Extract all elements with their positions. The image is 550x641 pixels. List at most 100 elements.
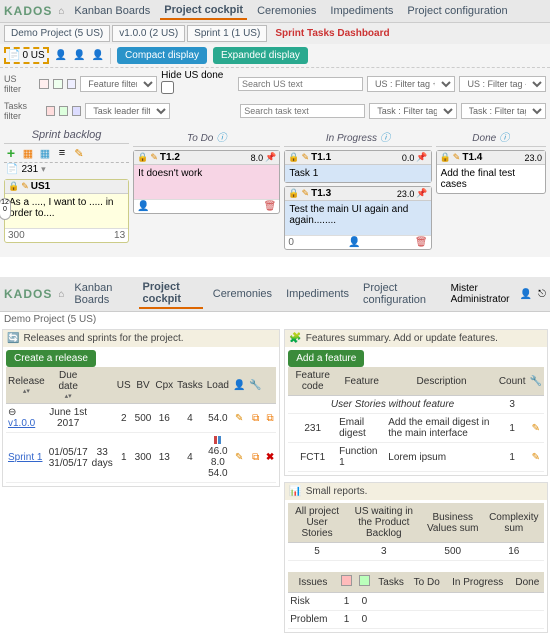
cell: June 1st 2017 [47, 404, 90, 433]
user-icon[interactable]: 👤 [73, 50, 85, 61]
edit-icon[interactable]: ✎ [302, 152, 310, 163]
collapse-icon[interactable]: ⊖ [8, 407, 16, 418]
rss-icon[interactable]: ⧉ [252, 413, 259, 424]
card-id: T1.4 [462, 152, 522, 163]
edit-icon[interactable]: ✎ [235, 413, 243, 424]
th: Description [386, 367, 497, 396]
release-icon: 🔄 [7, 333, 19, 344]
nav-cockpit[interactable]: Project cockpit [160, 2, 247, 20]
bc-release[interactable]: v1.0.0 (2 US) [112, 25, 185, 42]
add-icon[interactable]: + [4, 146, 18, 160]
grid2-icon[interactable]: ▦ [38, 146, 52, 160]
chevron-down-icon[interactable]: ▾ [41, 164, 46, 175]
color-swatch[interactable] [72, 106, 81, 116]
th-due[interactable]: Due date▴▾ [47, 367, 90, 404]
us-card[interactable]: 🔒✎US1 120 As a ...., I want to ..... in … [4, 179, 129, 243]
th-release[interactable]: Release▴▾ [6, 367, 47, 404]
info-icon[interactable]: ⓘ [216, 133, 226, 144]
nav-ceremonies[interactable]: Ceremonies [209, 286, 276, 302]
bc-current: Sprint Tasks Dashboard [269, 26, 395, 41]
divider [110, 48, 111, 64]
bc-sprint[interactable]: Sprint 1 (1 US) [187, 25, 267, 42]
task-card[interactable]: 🔒✎T1.323.0📌 Test the main UI again and a… [284, 186, 431, 250]
color-swatch[interactable] [46, 106, 55, 116]
search-us-input[interactable] [238, 77, 363, 91]
card-icon: 📄 [6, 164, 18, 175]
cell: 1 [497, 414, 528, 443]
cell: 01/05/17 31/05/17 [47, 433, 90, 483]
add-feature-button[interactable]: Add a feature [288, 350, 364, 367]
home-icon[interactable]: ⌂ [58, 289, 64, 300]
task-leader-filter[interactable]: Task leader filter [85, 103, 170, 119]
feature-filter[interactable]: Feature filter [80, 76, 157, 92]
edit-icon[interactable]: ✎ [21, 181, 29, 192]
rss-icon[interactable]: ⧉ [252, 452, 259, 463]
us-filter-label: US filter [4, 74, 35, 94]
list-icon[interactable]: ≡ [55, 146, 69, 160]
release-link[interactable]: v1.0.0 [8, 418, 35, 429]
logout-icon[interactable]: ⎋ [538, 289, 546, 300]
th: To Do [409, 572, 445, 593]
search-task-input[interactable] [240, 104, 365, 118]
rss-icon[interactable]: ⧉ [267, 413, 274, 424]
nav-cockpit[interactable]: Project cockpit [139, 279, 203, 309]
edit-icon[interactable]: ✎ [302, 188, 310, 199]
nav-impediments[interactable]: Impediments [282, 286, 353, 302]
color-swatch[interactable] [39, 79, 49, 89]
us-tag-plus[interactable]: US : Filter tag + [367, 76, 455, 92]
compact-button[interactable]: Compact display [117, 47, 207, 64]
user-icon[interactable]: 👤 [520, 289, 532, 300]
task-tag-plus[interactable]: Task : Filter tag + [369, 103, 456, 119]
edit-icon[interactable]: ✎ [453, 152, 461, 163]
create-release-button[interactable]: Create a release [6, 350, 96, 367]
card-text: Add the final test cases [437, 165, 545, 193]
edit-icon[interactable]: ✎ [150, 152, 158, 163]
us-count: 0 US [22, 50, 44, 61]
color-swatch[interactable] [59, 106, 68, 116]
delete-icon[interactable]: 🗑 [415, 237, 428, 248]
task-card[interactable]: 🔒✎T1.10.0📌 Task 1 [284, 150, 431, 183]
lock-icon: 🔒 [288, 188, 299, 199]
hide-us-done[interactable]: Hide US done [161, 70, 234, 97]
nav-impediments[interactable]: Impediments [326, 3, 397, 19]
grid-icon[interactable]: ▦ [21, 146, 35, 160]
pin-icon: 📌 [265, 152, 276, 163]
cell: 16 [153, 404, 175, 433]
us-drop[interactable]: 📄 0 US [4, 47, 49, 64]
info-icon[interactable]: ⓘ [380, 133, 390, 144]
delete-icon[interactable]: ✖ [266, 452, 274, 463]
nav-ceremonies[interactable]: Ceremonies [253, 3, 320, 19]
info-icon[interactable]: ⓘ [499, 133, 509, 144]
nav-projconfig[interactable]: Project configuration [403, 3, 511, 19]
edit-icon[interactable]: ✎ [532, 452, 540, 463]
cell: 4 [175, 433, 205, 483]
task-card[interactable]: 🔒✎T1.423.0 Add the final test cases [436, 150, 546, 194]
user-icon[interactable]: 👤 [55, 50, 67, 61]
th-bv: BV [133, 367, 154, 404]
nav-kanban[interactable]: Kanban Boards [70, 280, 132, 308]
sprint-link[interactable]: Sprint 1 [8, 452, 42, 463]
assignee-icon: 👤 [137, 201, 149, 212]
edit-icon[interactable]: ✎ [72, 146, 86, 160]
card-points: 8.0 [251, 153, 264, 163]
sub-project[interactable]: Demo Project (5 US) [4, 314, 96, 325]
task-tag-minus[interactable]: Task : Filter tag - [461, 103, 547, 119]
cell: 4 [175, 404, 205, 433]
table-row: Sprint 1 01/05/17 31/05/17 33 days 1 300… [6, 433, 276, 483]
card-id: T1.3 [311, 188, 395, 199]
edit-icon[interactable]: ✎ [235, 452, 243, 463]
nav-kanban[interactable]: Kanban Boards [70, 3, 154, 19]
user-icon[interactable]: 👤 [92, 50, 104, 61]
delete-icon[interactable]: 🗑 [264, 201, 277, 212]
us-tag-minus[interactable]: US : Filter tag - [459, 76, 546, 92]
color-swatch[interactable] [67, 79, 77, 89]
edit-icon[interactable]: ✎ [532, 423, 540, 434]
cell: Function 1 [337, 443, 386, 472]
bc-project[interactable]: Demo Project (5 US) [4, 25, 110, 42]
home-icon[interactable]: ⌂ [58, 6, 64, 17]
color-swatch[interactable] [53, 79, 63, 89]
th-cpx: Cpx [153, 367, 175, 404]
expanded-button[interactable]: Expanded display [213, 47, 308, 64]
task-card[interactable]: 🔒✎T1.28.0📌 It doesn't work 👤🗑 [133, 150, 280, 214]
nav-projconfig[interactable]: Project configuration [359, 280, 439, 308]
